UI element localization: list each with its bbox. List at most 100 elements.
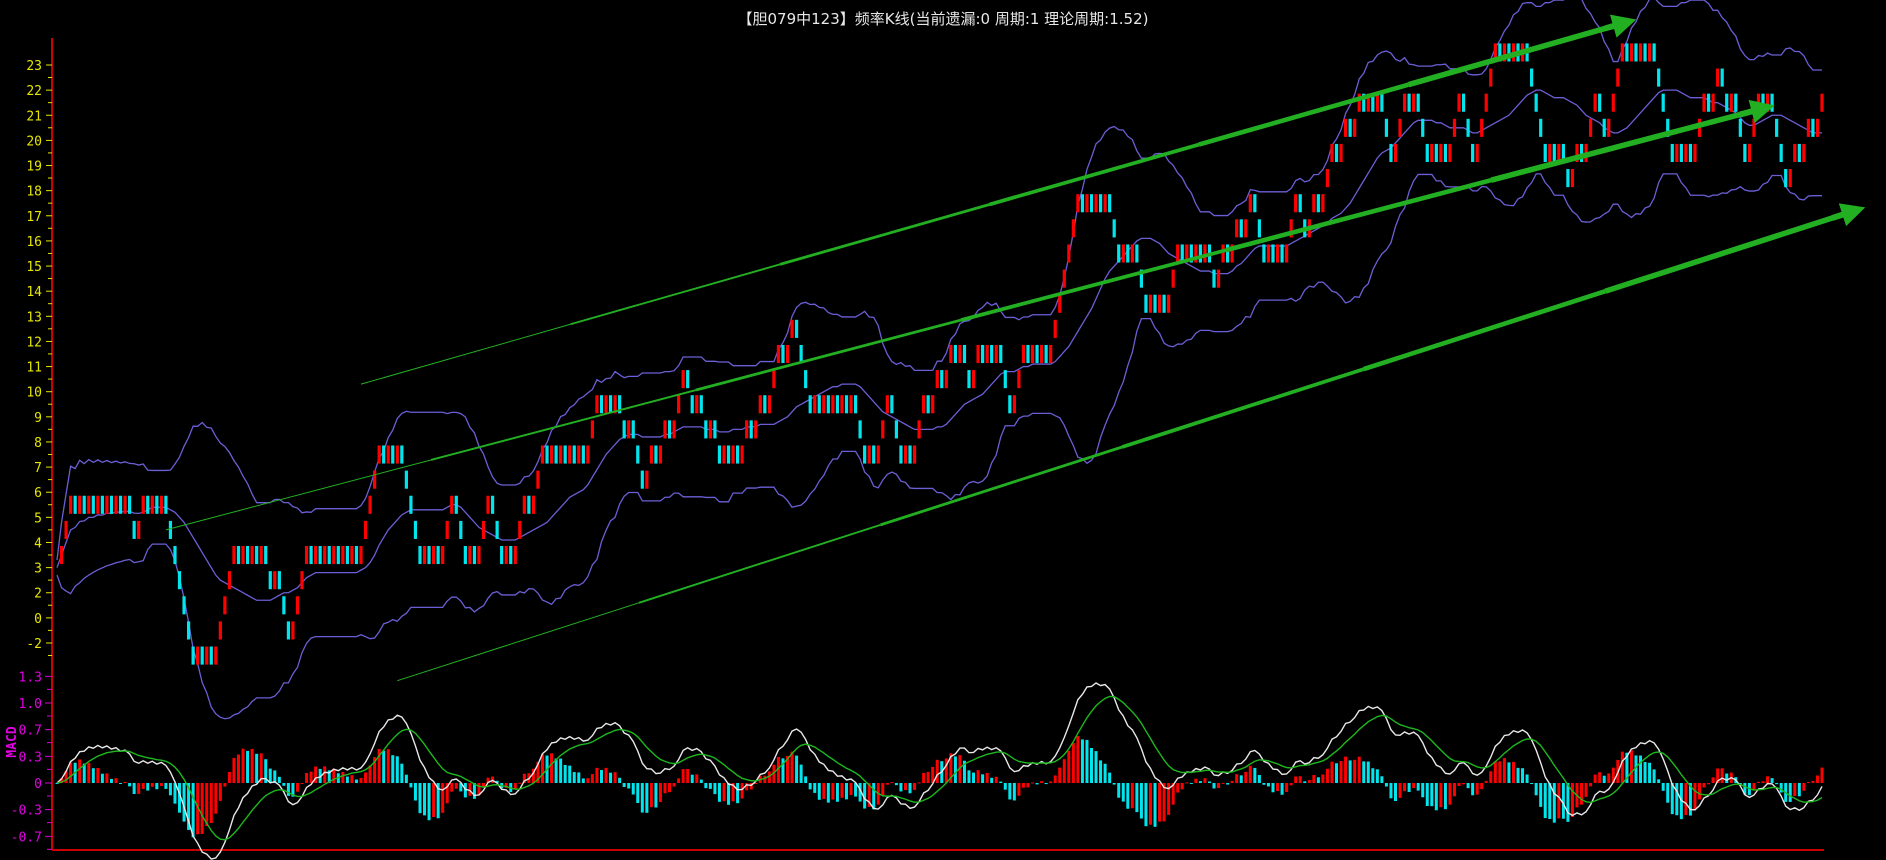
- candle-down: [1725, 93, 1729, 112]
- candle-down: [382, 445, 386, 464]
- macd-histogram-bar: [1693, 783, 1697, 810]
- macd-histogram-bar: [690, 774, 694, 783]
- candle-up: [536, 470, 540, 489]
- candle-down: [990, 344, 994, 364]
- candle-up: [1452, 118, 1457, 137]
- candle-up: [1103, 194, 1107, 213]
- macd-histogram-bar: [1194, 778, 1198, 783]
- macd-dif-line: [56, 682, 1823, 860]
- macd-histogram-bar: [1121, 783, 1125, 802]
- macd-histogram-bar: [1484, 780, 1488, 783]
- macd-histogram-bar: [618, 777, 622, 783]
- macd-histogram-bar: [246, 750, 250, 783]
- macd-histogram-bar: [518, 782, 522, 784]
- candle-up: [949, 344, 953, 364]
- y-tick-label: 9: [34, 411, 42, 426]
- macd-histogram-bar: [654, 783, 658, 808]
- macd-histogram-bar: [223, 783, 227, 787]
- candle-down: [1720, 68, 1724, 87]
- macd-histogram-bar: [740, 783, 744, 799]
- y-tick-label: 7: [34, 461, 42, 476]
- candle-down: [264, 545, 268, 565]
- candle-up: [840, 395, 844, 414]
- macd-histogram-bar: [894, 783, 898, 786]
- macd-histogram-bar: [1266, 783, 1270, 787]
- candle-up: [1339, 143, 1343, 163]
- macd-histogram-bar: [105, 773, 109, 783]
- candle-up: [1235, 219, 1239, 238]
- macd-histogram-bar: [581, 778, 585, 783]
- candle-down: [345, 545, 349, 565]
- candle-up: [218, 621, 222, 640]
- macd-histogram-bar: [1207, 781, 1211, 783]
- candle-up: [1729, 93, 1733, 112]
- candle-down: [282, 596, 286, 615]
- candle-up: [1489, 68, 1493, 87]
- candle-up: [1375, 93, 1379, 112]
- macd-histogram-bar: [1561, 783, 1565, 819]
- macd-histogram-bar: [100, 773, 104, 783]
- candle-down: [418, 545, 422, 565]
- macd-histogram-bar: [563, 764, 567, 783]
- macd-histogram-bar: [1162, 783, 1166, 822]
- macd-histogram-bar: [1139, 783, 1143, 819]
- candle-up: [985, 344, 989, 364]
- candle-down: [1253, 194, 1257, 213]
- candle-up: [772, 370, 776, 389]
- candle-up: [1693, 143, 1697, 163]
- candle-up: [731, 445, 735, 464]
- candle-up: [78, 495, 82, 514]
- candle-down: [245, 545, 250, 565]
- macd-histogram-bar: [1130, 783, 1134, 809]
- candle-down: [309, 545, 313, 565]
- macd-histogram-bar: [236, 754, 240, 783]
- candle-up: [1629, 43, 1634, 62]
- macd-histogram-bar: [1598, 772, 1602, 783]
- candle-up: [422, 545, 427, 565]
- macd-histogram-bar: [1217, 783, 1221, 789]
- macd-histogram-bar: [1389, 783, 1393, 799]
- candle-up: [1616, 68, 1620, 87]
- macd-histogram-bar: [1498, 761, 1502, 783]
- candle-down: [908, 445, 912, 464]
- macd-histogram-bar: [1589, 783, 1593, 787]
- macd-histogram-bar: [1725, 773, 1729, 783]
- macd-histogram-bar: [967, 770, 971, 783]
- macd-histogram-bar: [790, 751, 794, 783]
- trend-segment: [1490, 107, 1757, 183]
- macd-histogram-bar: [1221, 782, 1225, 784]
- candle-down: [808, 395, 812, 414]
- candle-down: [354, 545, 359, 565]
- candle-down: [890, 395, 894, 414]
- candle-down: [186, 621, 191, 640]
- candle-up: [445, 520, 449, 539]
- candle-up: [917, 420, 921, 439]
- macd-histogram-bar: [232, 757, 236, 783]
- candle-down: [1003, 370, 1007, 389]
- macd-histogram-bar: [1203, 778, 1207, 783]
- macd-histogram-bar: [1457, 783, 1461, 786]
- macd-histogram-bar: [87, 762, 91, 783]
- macd-histogram-bar: [985, 773, 989, 783]
- candle-down: [581, 445, 585, 464]
- candle-down: [826, 395, 830, 414]
- candle-down: [1743, 143, 1747, 163]
- candle-down: [667, 420, 672, 439]
- candle-down: [1384, 118, 1389, 137]
- candle-down: [1089, 194, 1094, 213]
- macd-histogram-bar: [917, 782, 921, 784]
- candle-up: [1012, 395, 1016, 414]
- candle-up: [1793, 143, 1797, 163]
- candle-up: [363, 520, 368, 539]
- macd-histogram-bar: [613, 772, 617, 783]
- candle-down: [1348, 118, 1352, 137]
- macd-histogram-bar: [722, 783, 726, 802]
- macd-histogram-bar: [922, 772, 926, 783]
- candle-up: [1062, 269, 1066, 288]
- candle-up: [1548, 143, 1552, 163]
- macd-histogram-bar: [1244, 771, 1248, 783]
- macd-tick-label: 1.3: [19, 670, 42, 685]
- macd-tick-label: -0.3: [11, 804, 42, 819]
- candle-down: [1670, 143, 1674, 163]
- macd-histogram-bar: [432, 783, 436, 818]
